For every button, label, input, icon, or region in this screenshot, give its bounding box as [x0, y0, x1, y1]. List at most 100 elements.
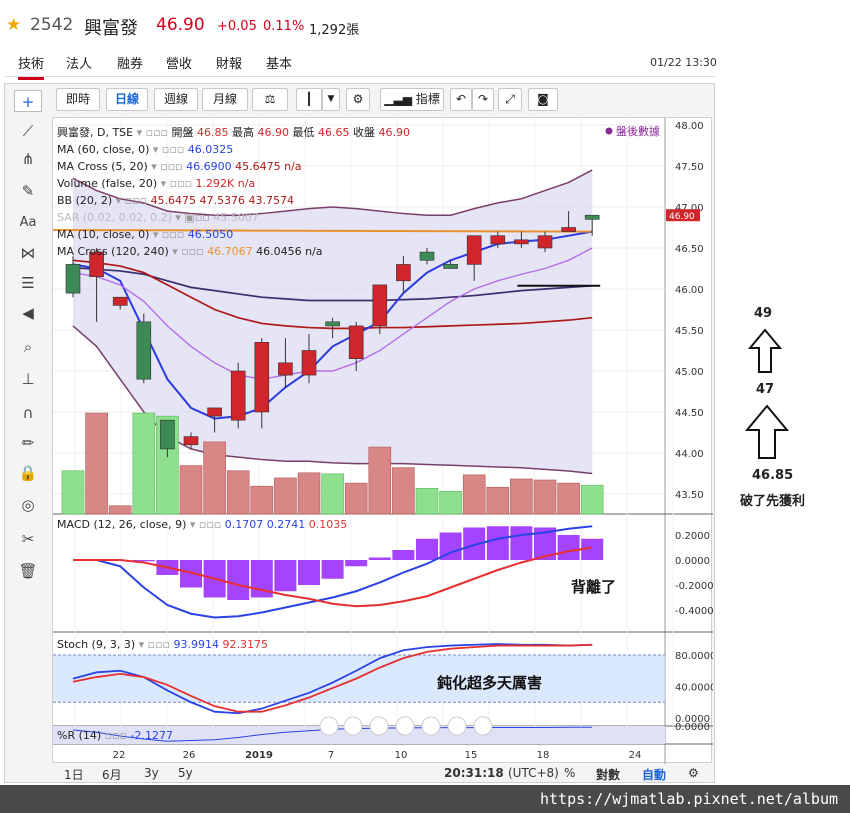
macd-tick-label: -0.4000: [675, 606, 713, 617]
bottom-bar: 1日 6月 3y 5y 20:31:18 (UTC+8) % 對數 自動 ⚙: [52, 764, 712, 782]
volume-bar: [510, 478, 533, 515]
legend-value: BB (20, 2): [57, 194, 116, 207]
chevron-down-icon[interactable]: ▼: [322, 88, 340, 111]
price-axis: 48.0047.5047.0046.5046.0045.5045.0044.50…: [666, 121, 704, 501]
scroll-control-button[interactable]: [343, 716, 363, 736]
macd-tick-label: -0.2000: [675, 581, 713, 592]
macd-histogram-bar: [345, 560, 368, 567]
log-toggle[interactable]: 對數: [596, 766, 620, 783]
tab-margin[interactable]: 融券: [117, 53, 143, 72]
candle-body: [396, 264, 411, 282]
compare-icon[interactable]: ⚖: [252, 88, 288, 111]
trendline-icon[interactable]: ⟋: [14, 120, 42, 142]
legend-value: ▾ ▫▫▫: [151, 160, 186, 173]
candle-body: [207, 407, 222, 417]
undo-icon[interactable]: ↶: [450, 88, 472, 111]
tab-financials[interactable]: 財報: [216, 53, 242, 72]
price-tick-label: 44.00: [675, 449, 704, 460]
legend-row: 興富發, D, TSE ▾ ▫▫▫ 開盤 46.85 最高 46.90 最低 4…: [57, 125, 410, 139]
volume-bar: [368, 446, 392, 515]
daily-button[interactable]: 日線: [106, 88, 148, 111]
range-6m[interactable]: 6月: [102, 766, 122, 783]
indicator-button[interactable]: ▁▃▅ 指標: [380, 88, 444, 111]
realtime-button[interactable]: 即時: [56, 88, 100, 111]
volume-bar: [415, 487, 439, 515]
tab-basic[interactable]: 基本: [266, 53, 292, 72]
price-tick-label: 44.50: [675, 408, 704, 419]
chart-area[interactable]: 48.00 47.50 47.00 46.50 46.00 45.50 45.00 44.50…: [52, 117, 716, 764]
range-1d[interactable]: 1日: [64, 766, 84, 783]
macd-histogram-bar: [227, 560, 250, 600]
scroll-control-button[interactable]: [473, 716, 493, 736]
legend-value: 最高: [232, 125, 258, 139]
legend-value: 46.5050: [188, 228, 234, 241]
legend-value: ▾ ▫▫▫: [153, 143, 188, 156]
pencil-icon[interactable]: ✏: [14, 432, 42, 454]
arrow-left-icon[interactable]: ◀: [14, 302, 42, 324]
crosshair-icon[interactable]: +: [14, 90, 42, 112]
volume-bar: [392, 467, 415, 515]
auto-toggle[interactable]: 自動: [642, 766, 666, 783]
legend-value: 46.85: [197, 126, 232, 139]
fullscreen-icon[interactable]: ⤢: [498, 88, 522, 111]
text-icon[interactable]: Aa: [14, 212, 42, 234]
lock-icon[interactable]: 🔒: [14, 462, 42, 484]
scroll-control-button[interactable]: [421, 716, 441, 736]
zoom-icon[interactable]: ⌕: [14, 336, 42, 358]
gear-icon[interactable]: ⚙: [346, 88, 370, 111]
trash-icon[interactable]: 🗑: [14, 560, 42, 582]
x-tick-label: 26: [183, 750, 196, 761]
tab-institutional[interactable]: 法人: [66, 53, 92, 72]
fibonacci-icon[interactable]: ☰: [14, 272, 42, 294]
tab-revenue[interactable]: 營收: [166, 53, 192, 72]
brush-icon[interactable]: ✎: [14, 180, 42, 202]
camera-icon[interactable]: ◙: [528, 88, 558, 111]
candle-type-icon[interactable]: ┃: [296, 88, 322, 111]
macd-histogram-bar: [298, 560, 320, 585]
scroll-control-button[interactable]: [369, 716, 389, 736]
stoch-pane: 80.000040.00000.0000鈍化超多天厲害: [53, 643, 716, 725]
settings-tool-icon[interactable]: ✂: [14, 528, 42, 550]
anno-mid: 47: [756, 382, 775, 397]
x-tick-label: 18: [537, 750, 550, 761]
pattern-icon[interactable]: ⋈: [14, 242, 42, 264]
measure-icon[interactable]: ⊥: [14, 368, 42, 390]
fork-icon[interactable]: ⋔: [14, 148, 42, 170]
settings-icon[interactable]: ⚙: [688, 766, 699, 780]
range-3y[interactable]: 3y: [144, 766, 159, 780]
macd-histogram-bar: [486, 526, 509, 560]
legend-row: MA Cross (120, 240) ▾ ▫▫▫ 46.7067 46.045…: [57, 245, 323, 258]
volume-bar: [61, 470, 85, 515]
footer-url[interactable]: https://wjmatlab.pixnet.net/album: [540, 790, 838, 808]
magnet-icon[interactable]: ∩: [14, 402, 42, 424]
legend-value: 46.0456: [256, 245, 305, 258]
redo-icon[interactable]: ↷: [472, 88, 494, 111]
monthly-button[interactable]: 月線: [202, 88, 248, 111]
legend-row: Volume (false, 20) ▾ ▫▫▫ 1.292K n/a: [57, 177, 255, 190]
eye-icon[interactable]: ◎: [14, 494, 42, 516]
stoch-note: 鈍化超多天厲害: [437, 674, 542, 692]
price-tick-label: 45.50: [675, 326, 704, 337]
price-change: +0.05: [217, 19, 257, 34]
scroll-control-button[interactable]: [447, 716, 467, 736]
price-tick-label: 46.50: [675, 244, 704, 255]
percent-toggle[interactable]: %: [564, 766, 575, 780]
timezone[interactable]: (UTC+8): [508, 766, 559, 780]
legend-value: Volume (false, 20): [57, 177, 161, 190]
pane-legend-value: 93.9914: [174, 638, 223, 651]
pane-legend-value: -2.1277: [131, 729, 173, 742]
candle-body: [537, 235, 553, 249]
current-price-value: 46.90: [669, 212, 695, 222]
star-icon[interactable]: ★: [6, 15, 21, 35]
legend-value: 1.292K: [196, 177, 238, 190]
range-5y[interactable]: 5y: [178, 766, 193, 780]
weekly-button[interactable]: 週線: [154, 88, 198, 111]
pane-legend-row: Stoch (9, 3, 3) ▾ ▫▫▫ 93.9914 92.3175: [57, 638, 268, 651]
stoch-tick-label: 80.0000: [675, 651, 713, 662]
scroll-control-button[interactable]: [395, 716, 415, 736]
price-tick-label: 48.00: [675, 121, 704, 132]
stock-code: 2542: [30, 15, 74, 35]
scroll-control-button[interactable]: [319, 716, 339, 736]
candle-body: [230, 370, 246, 421]
price-tick-label: 43.50: [675, 490, 704, 501]
